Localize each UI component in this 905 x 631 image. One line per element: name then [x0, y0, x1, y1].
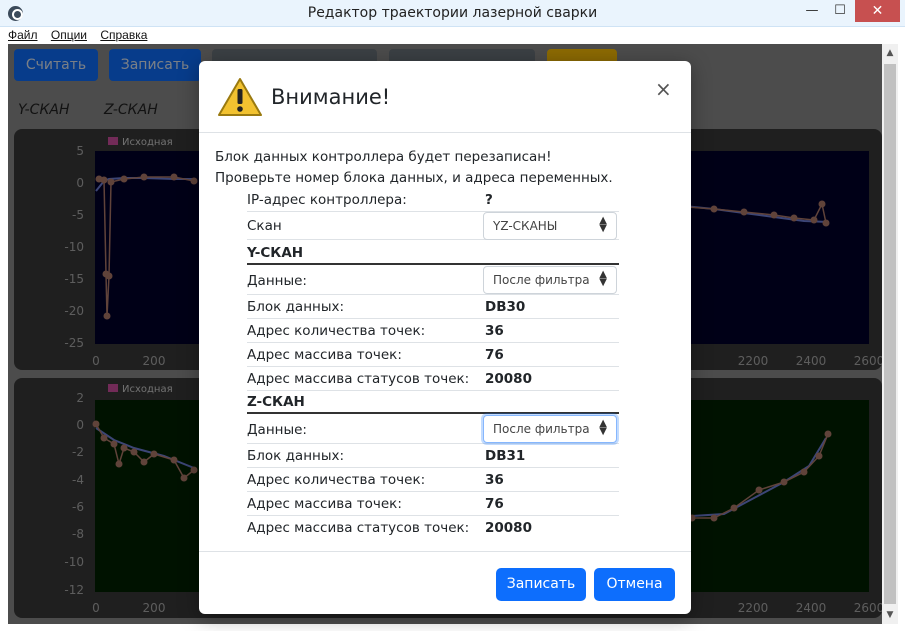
ip-value: ? [485, 192, 493, 208]
z-data-label: Данные: [247, 422, 307, 438]
menu-options[interactable]: Опции [51, 28, 87, 42]
dialog-message-line-1: Блок данных контроллера будет перезаписа… [215, 149, 552, 165]
scan-select-value: YZ-СКАНЫ [493, 219, 558, 233]
dialog-message-line-2: Проверьте номер блока данных, и адреса п… [215, 170, 613, 186]
select-arrows-icon: ▲ ▼ [599, 215, 607, 234]
z-status-value: 20080 [485, 520, 532, 536]
warning-dialog: Внимание! × Блок данных контроллера буде… [199, 61, 691, 614]
z-data-row: Данные: После фильтра ▲ ▼ [247, 415, 619, 444]
z-array-row: Адрес массива точек: 76 [247, 492, 619, 516]
title-bar: Редактор траектории лазерной сварки — ☐ … [0, 0, 905, 27]
menu-file[interactable]: Файл [8, 28, 38, 42]
scroll-thumb[interactable] [884, 64, 896, 604]
z-count-label: Адрес количества точек: [247, 472, 426, 488]
menu-help[interactable]: Справка [100, 28, 147, 42]
y-scan-section-title: Y-СКАН [247, 241, 619, 265]
select-arrows-icon: ▲ ▼ [599, 269, 607, 288]
y-data-select[interactable]: После фильтра ▲ ▼ [483, 266, 617, 294]
y-block-label: Блок данных: [247, 299, 345, 315]
y-count-value: 36 [485, 323, 504, 339]
select-arrows-icon: ▲ ▼ [599, 418, 607, 437]
z-block-label: Блок данных: [247, 448, 345, 464]
z-count-row: Адрес количества точек: 36 [247, 468, 619, 492]
scan-row: Скан YZ-СКАНЫ ▲ ▼ [247, 212, 619, 240]
z-block-value: DB31 [485, 448, 526, 464]
z-status-row: Адрес массива статусов точек: 20080 [247, 516, 619, 540]
y-data-label: Данные: [247, 273, 307, 289]
dialog-title: Внимание! [271, 85, 391, 109]
y-count-label: Адрес количества точек: [247, 323, 426, 339]
z-array-label: Адрес массива точек: [247, 496, 402, 512]
z-status-label: Адрес массива статусов точек: [247, 520, 470, 536]
menu-bar: Файл Опции Справка [8, 28, 157, 44]
y-block-value: DB30 [485, 299, 526, 315]
scroll-down-arrow-icon[interactable]: ▼ [882, 606, 898, 624]
z-data-select-value: После фильтра [493, 422, 590, 436]
dialog-footer: Записать Отмена [199, 551, 691, 614]
y-array-label: Адрес массива точек: [247, 347, 402, 363]
y-data-row: Данные: После фильтра ▲ ▼ [247, 266, 619, 295]
z-scan-section-title: Z-СКАН [247, 390, 619, 414]
warning-icon [218, 78, 262, 116]
scroll-up-arrow-icon[interactable]: ▲ [882, 44, 898, 62]
scan-label: Скан [247, 218, 282, 234]
y-block-row: Блок данных: DB30 [247, 295, 619, 319]
y-array-value: 76 [485, 347, 504, 363]
z-block-row: Блок данных: DB31 [247, 444, 619, 468]
dialog-header: Внимание! × [199, 61, 691, 133]
minimize-button[interactable]: — [798, 0, 826, 22]
y-array-row: Адрес массива точек: 76 [247, 343, 619, 367]
y-data-select-value: После фильтра [493, 273, 590, 287]
z-count-value: 36 [485, 472, 504, 488]
close-window-button[interactable]: ✕ [855, 0, 900, 22]
window-title: Редактор траектории лазерной сварки [307, 5, 598, 21]
maximize-button[interactable]: ☐ [826, 0, 854, 22]
vertical-scrollbar[interactable]: ▲ ▼ [882, 44, 898, 624]
z-array-value: 76 [485, 496, 504, 512]
ip-row: IP-адрес контроллера: ? [247, 188, 619, 212]
y-status-value: 20080 [485, 371, 532, 387]
y-count-row: Адрес количества точек: 36 [247, 319, 619, 343]
y-status-row: Адрес массива статусов точек: 20080 [247, 367, 619, 391]
z-data-select[interactable]: После фильтра ▲ ▼ [483, 415, 617, 443]
ip-label: IP-адрес контроллера: [247, 192, 407, 208]
dialog-close-icon[interactable]: × [655, 77, 672, 101]
scan-select[interactable]: YZ-СКАНЫ ▲ ▼ [483, 212, 617, 240]
dialog-cancel-button[interactable]: Отмена [594, 568, 675, 601]
dialog-write-button[interactable]: Записать [496, 568, 586, 601]
y-status-label: Адрес массива статусов точек: [247, 371, 470, 387]
